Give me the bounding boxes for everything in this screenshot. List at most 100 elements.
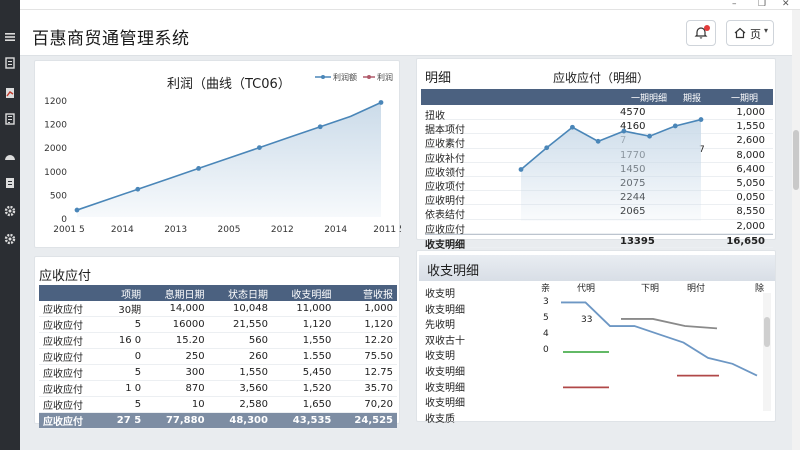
menu-icon[interactable] [3,30,17,44]
profit-point[interactable] [257,145,262,150]
detail-row[interactable]: 扭收 4570 1,000 [425,106,773,122]
table-row[interactable]: 应收应付 1 0 870 3,560 1,520 35.70 [39,380,397,397]
legend-swatch-2-dot [367,75,371,79]
table-cell: 5,450 [271,364,336,381]
restore-icon[interactable]: ❐ [758,0,766,9]
table-cell: 1,120 [271,316,336,333]
table-cell: 12.20 [335,332,397,349]
receivable-table-card: 应收应付 项期 息期日期 状态日期 收支明细 营收报 应收应付 30期 14,000 10,04… [34,256,400,429]
report-icon[interactable] [3,112,17,126]
detail-row-mid: 2065 [620,206,646,218]
table-cell: 2,580 [208,396,272,413]
table-cell: 10 [145,396,209,413]
detail-col-header-1: 一期明细 [631,94,668,104]
app-title: 百惠商贸通管理系统 [32,29,190,49]
y-tick-label: 1200 [44,97,67,107]
y-tick-label: 500 [50,191,67,201]
receivable-table-header-row: 项期 息期日期 状态日期 收支明细 营收报 [39,285,397,301]
table-cell: 应收应付 [39,301,103,317]
table-row[interactable]: 应收应付 0 250 260 1.550 75.50 [39,348,397,365]
table-row[interactable]: 应收应付 5 16000 21,550 1,120 1,120 [39,316,397,333]
table-cell: 16 0 [102,332,146,349]
table-total-cell: 27 5 [102,412,146,429]
receivable-column-header[interactable]: 状态日期 [208,285,272,301]
detail-row-value: 8,550 [736,206,765,218]
table-cell: 12.75 [335,364,397,381]
profit-point[interactable] [378,100,384,105]
receivable-column-header[interactable] [39,285,103,301]
table-row[interactable]: 应收应付 16 0 15.20 560 1,550 12.20 [39,332,397,349]
page-scrollbar[interactable] [792,10,800,450]
table-cell: 75.50 [335,348,397,365]
close-icon[interactable]: ✕ [782,0,790,9]
receivable-column-header[interactable]: 收支明细 [271,285,336,301]
table-cell: 870 [145,380,209,397]
detail-total-label: 收支明细 [425,239,465,251]
x-tick-label: 2001 5 [53,225,85,235]
detail-row[interactable]: 应收项付 2075 5,050 [425,177,773,193]
cashflow-scrollbar[interactable] [763,293,771,411]
table-row[interactable]: 应收应付 5 300 1,550 5,450 12.75 [39,364,397,381]
table-cell: 15.20 [145,332,209,349]
table-cell: 260 [208,348,272,365]
table-cell: 11,000 [271,301,336,317]
detail-row[interactable]: 据本项付 4160 1,550 [425,120,773,136]
table-cell: 1 0 [102,380,146,397]
receivable-column-header[interactable]: 营收报 [335,285,397,301]
receivable-column-header[interactable]: 项期 [102,285,146,301]
detail-row-mid: 7 [620,135,627,147]
detail-row[interactable]: 依表结付 2065 8,550 [425,205,773,221]
table-cell: 应收应付 [39,348,103,365]
table-cell: 21,550 [208,316,272,333]
table-total-cell: 48,300 [208,412,272,429]
document-icon[interactable] [3,56,17,70]
home-label: 页 [750,28,761,41]
x-tick-label: 2012 [271,225,294,235]
detail-row-mid: 1450 [620,163,646,175]
detail-total-mid: 13395 [620,235,655,247]
page-scrollbar-thumb[interactable] [793,130,799,190]
detail-row-mid: 4160 [620,121,646,133]
list-file-icon[interactable] [3,176,17,190]
table-cell: 1,550 [208,364,272,381]
profit-point[interactable] [196,166,202,171]
cashflow-scrollbar-thumb[interactable] [764,317,770,347]
table-cell: 70,20 [335,396,397,413]
home-menu-button[interactable]: 页 ▾ [726,20,774,46]
table-cell: 3,560 [208,380,272,397]
detail-row-value: 8,000 [736,149,765,161]
detail-total-row: 收支明细 13395 16,650 [425,233,773,251]
table-total-cell: 应收应付 [39,412,103,429]
profit-point[interactable] [135,186,141,192]
notification-button[interactable] [686,20,716,46]
dashboard-icon[interactable] [3,150,17,164]
notification-badge [704,25,710,31]
detail-row-mid: 4570 [620,107,646,118]
gear-icon[interactable] [3,232,17,246]
detail-row[interactable]: 应收素付 7 2,600 [425,134,773,150]
chart-file-icon[interactable] [3,86,17,100]
detail-table-header: 一期明细 期报 一期明 [421,89,773,105]
profit-point[interactable] [317,124,323,130]
chevron-down-icon: ▾ [764,26,769,35]
table-cell: 1,120 [335,316,397,333]
table-row[interactable]: 应收应付 5 10 2,580 1,650 70,20 [39,396,397,413]
detail-row[interactable]: 应收应付 2,000 [425,220,773,236]
detail-row[interactable]: 应收领付 1450 6,400 [425,163,773,179]
receivable-column-header[interactable]: 息期日期 [145,285,209,301]
app-header: 百惠商贸通管理系统 页 ▾ [20,10,792,56]
profit-point[interactable] [74,207,80,213]
settings-icon[interactable] [3,204,17,218]
detail-row-mid: 1770 [620,149,646,161]
table-row[interactable]: 应收应付 30期 14,000 10,048 11,000 1,000 [39,301,397,317]
minimize-icon[interactable]: – [732,0,737,9]
profit-chart-card: 利润（曲线（TC06） 利润额 利润 1200 1200 2000 1000 500 0 2… [34,60,401,248]
cashflow-line-chart: 33 [561,301,758,389]
detail-row[interactable]: 应收补付 1770 8,000 [425,149,773,165]
detail-row[interactable]: 应收明付 2244 0,050 [425,191,773,207]
detail-row-value: 2,600 [736,135,765,147]
table-cell: 应收应付 [39,380,103,397]
table-cell: 应收应付 [39,316,103,333]
detail-col-header-3: 一期明 [731,94,759,104]
table-cell: 应收应付 [39,332,103,349]
